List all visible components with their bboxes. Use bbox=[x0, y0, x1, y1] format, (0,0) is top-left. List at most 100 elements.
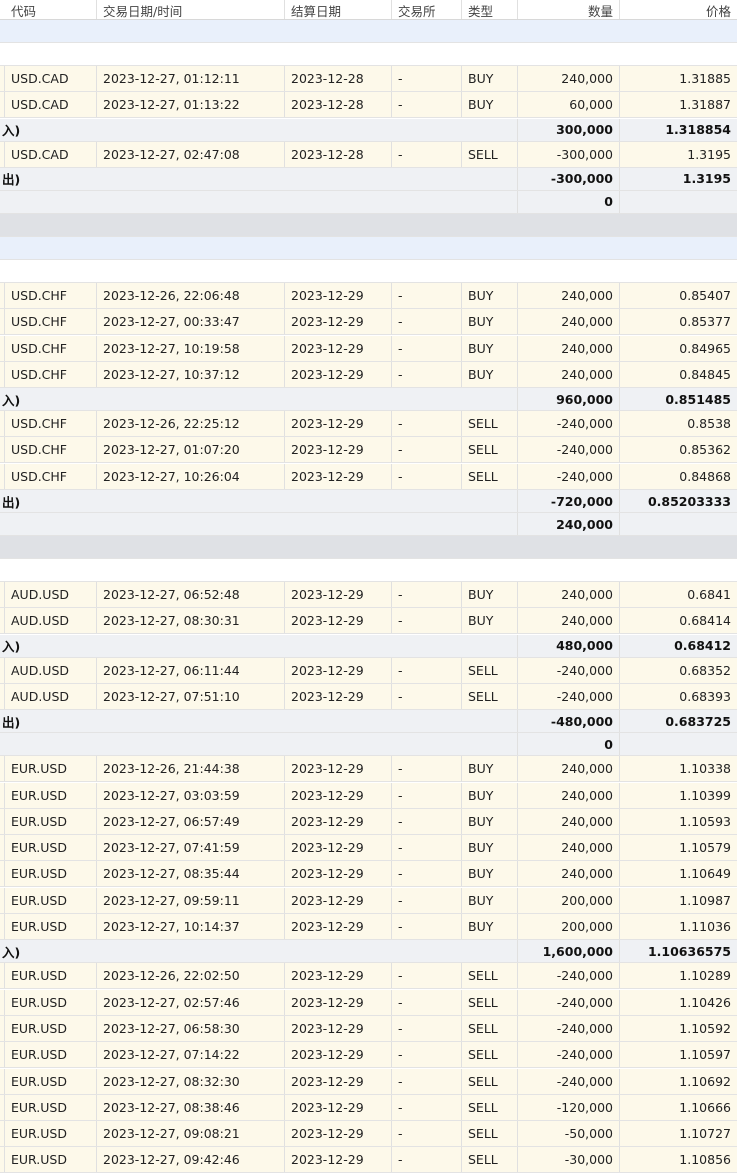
table-row[interactable]: EUR.USD 2023-12-27, 08:35:44 2023-12-29- BU… bbox=[0, 861, 737, 888]
symbol-cell: EUR.USD bbox=[5, 756, 97, 782]
datetime-cell: 2023-12-27, 02:47:08 bbox=[97, 141, 285, 167]
settle-date-cell: 2023-12-28 bbox=[285, 141, 392, 167]
header-type[interactable]: 类型 bbox=[462, 0, 518, 19]
datetime-cell: 2023-12-26, 21:44:38 bbox=[97, 756, 285, 782]
datetime-cell: 2023-12-27, 09:42:46 bbox=[97, 1147, 285, 1173]
exchange-cell: - bbox=[392, 92, 462, 118]
blank-row bbox=[0, 559, 737, 582]
table-row[interactable]: EUR.USD 2023-12-27, 06:58:30 2023-12-29- SE… bbox=[0, 1015, 737, 1042]
type-cell: BUY bbox=[462, 361, 518, 387]
table-row[interactable]: EUR.USD 2023-12-27, 08:38:46 2023-12-29- SE… bbox=[0, 1094, 737, 1121]
type-cell: SELL bbox=[462, 989, 518, 1015]
type-cell: SELL bbox=[462, 683, 518, 709]
datetime-cell: 2023-12-27, 03:03:59 bbox=[97, 782, 285, 808]
exchange-cell: - bbox=[392, 335, 462, 361]
row-lead-cell bbox=[0, 66, 5, 91]
exchange-cell: - bbox=[392, 608, 462, 634]
subtotal-row: 出) -480,000 0.683725 bbox=[0, 710, 737, 734]
header-exchange[interactable]: 交易所 bbox=[392, 0, 462, 19]
table-row[interactable]: USD.CAD 2023-12-27, 01:12:11 2023-12-28- BU… bbox=[0, 66, 737, 92]
table-row[interactable]: AUD.USD 2023-12-27, 08:30:31 2023-12-29- BU… bbox=[0, 608, 737, 635]
table-row[interactable]: EUR.USD 2023-12-27, 08:32:30 2023-12-29- SE… bbox=[0, 1068, 737, 1095]
price-cell: 0.68393 bbox=[679, 688, 731, 704]
settle-date-cell: 2023-12-29 bbox=[285, 411, 392, 437]
settle-date-cell: 2023-12-29 bbox=[285, 463, 392, 489]
row-lead-cell bbox=[0, 282, 5, 308]
table-row[interactable]: AUD.USD 2023-12-27, 06:11:44 2023-12-29- SE… bbox=[0, 657, 737, 684]
table-row[interactable]: EUR.USD 2023-12-26, 22:02:50 2023-12-29- SE… bbox=[0, 963, 737, 990]
table-row[interactable]: AUD.USD 2023-12-27, 07:51:10 2023-12-29- SE… bbox=[0, 683, 737, 710]
datetime-cell: 2023-12-27, 10:26:04 bbox=[97, 463, 285, 489]
datetime-cell: 2023-12-27, 10:14:37 bbox=[97, 914, 285, 939]
table-row[interactable]: EUR.USD 2023-12-27, 09:08:21 2023-12-29- SE… bbox=[0, 1121, 737, 1148]
table-row[interactable]: AUD.USD 2023-12-27, 06:52:48 2023-12-29- BU… bbox=[0, 582, 737, 608]
blank-row bbox=[0, 43, 737, 66]
table-row[interactable]: USD.CHF 2023-12-27, 01:07:20 2023-12-29- SE… bbox=[0, 437, 737, 464]
symbol-cell: EUR.USD bbox=[5, 1042, 97, 1068]
table-row[interactable]: USD.CHF 2023-12-27, 00:33:47 2023-12-29- BU… bbox=[0, 309, 737, 336]
header-quantity[interactable]: 数量 bbox=[518, 0, 620, 19]
settle-date-cell: 2023-12-29 bbox=[285, 887, 392, 913]
price-cell: 0.84965 bbox=[679, 340, 731, 356]
datetime-cell: 2023-12-27, 07:51:10 bbox=[97, 683, 285, 709]
row-lead-cell bbox=[0, 963, 5, 989]
table-row[interactable]: EUR.USD 2023-12-27, 09:42:46 2023-12-29- SE… bbox=[0, 1147, 737, 1173]
datetime-cell: 2023-12-27, 06:58:30 bbox=[97, 1015, 285, 1041]
settle-date-cell: 2023-12-29 bbox=[285, 861, 392, 887]
header-price[interactable]: 价格 bbox=[620, 0, 737, 19]
row-lead-cell bbox=[0, 582, 5, 607]
datetime-cell: 2023-12-27, 10:37:12 bbox=[97, 361, 285, 387]
table-row[interactable]: USD.CHF 2023-12-27, 10:26:04 2023-12-29- SE… bbox=[0, 463, 737, 490]
row-lead-cell bbox=[0, 1068, 5, 1094]
price-cell: 1.10289 bbox=[679, 968, 731, 984]
datetime-cell: 2023-12-27, 08:32:30 bbox=[97, 1068, 285, 1094]
settle-date-cell: 2023-12-29 bbox=[285, 361, 392, 387]
settle-date-cell: 2023-12-29 bbox=[285, 657, 392, 683]
subtotal-quantity: 960,000 bbox=[518, 388, 620, 411]
symbol-cell: USD.CAD bbox=[5, 141, 97, 167]
price-cell: 1.10426 bbox=[679, 994, 731, 1010]
header-settle-date[interactable]: 结算日期 bbox=[285, 0, 392, 19]
table-row[interactable]: EUR.USD 2023-12-26, 21:44:38 2023-12-29- BU… bbox=[0, 756, 737, 783]
table-row[interactable]: USD.CHF 2023-12-26, 22:25:12 2023-12-29- SE… bbox=[0, 411, 737, 438]
quantity-cell: 240,000 bbox=[518, 861, 620, 887]
net-position-row: 240,000 bbox=[0, 513, 737, 536]
table-row[interactable]: USD.CAD 2023-12-27, 02:47:08 2023-12-28- SE… bbox=[0, 141, 737, 168]
table-row[interactable]: USD.CAD 2023-12-27, 01:13:22 2023-12-28- BU… bbox=[0, 92, 737, 119]
symbol-cell: AUD.USD bbox=[5, 608, 97, 634]
section-divider bbox=[0, 536, 737, 559]
table-row[interactable]: EUR.USD 2023-12-27, 02:57:46 2023-12-29- SE… bbox=[0, 989, 737, 1016]
symbol-cell: USD.CAD bbox=[5, 66, 97, 91]
table-row[interactable]: EUR.USD 2023-12-27, 07:14:22 2023-12-29- SE… bbox=[0, 1042, 737, 1069]
symbol-cell: EUR.USD bbox=[5, 1121, 97, 1147]
table-row[interactable]: EUR.USD 2023-12-27, 10:14:37 2023-12-29- BU… bbox=[0, 914, 737, 940]
price-cell: 0.8538 bbox=[687, 416, 731, 432]
header-datetime[interactable]: 交易日期/时间 bbox=[97, 0, 285, 19]
table-row[interactable]: USD.CHF 2023-12-27, 10:37:12 2023-12-29- BU… bbox=[0, 361, 737, 388]
exchange-cell: - bbox=[392, 361, 462, 387]
header-symbol[interactable]: 代码 bbox=[5, 0, 97, 19]
row-lead-cell bbox=[0, 1147, 5, 1173]
datetime-cell: 2023-12-26, 22:02:50 bbox=[97, 963, 285, 989]
datetime-cell: 2023-12-27, 02:57:46 bbox=[97, 989, 285, 1015]
type-cell: BUY bbox=[462, 887, 518, 913]
table-row[interactable]: USD.CHF 2023-12-27, 10:19:58 2023-12-29- BU… bbox=[0, 335, 737, 362]
subtotal-label: 入) bbox=[0, 634, 518, 657]
exchange-cell: - bbox=[392, 1042, 462, 1068]
table-row[interactable]: EUR.USD 2023-12-27, 06:57:49 2023-12-29- BU… bbox=[0, 808, 737, 835]
quantity-cell: 240,000 bbox=[518, 361, 620, 387]
table-row[interactable]: USD.CHF 2023-12-26, 22:06:48 2023-12-29- BU… bbox=[0, 282, 737, 309]
row-lead-cell bbox=[0, 756, 5, 782]
type-cell: SELL bbox=[462, 1068, 518, 1094]
settle-date-cell: 2023-12-29 bbox=[285, 309, 392, 335]
table-row[interactable]: EUR.USD 2023-12-27, 09:59:11 2023-12-29- BU… bbox=[0, 887, 737, 914]
table-row[interactable]: EUR.USD 2023-12-27, 07:41:59 2023-12-29- BU… bbox=[0, 835, 737, 862]
price-cell: 1.10649 bbox=[679, 866, 731, 882]
net-position-row: 0 bbox=[0, 733, 737, 757]
settle-date-cell: 2023-12-29 bbox=[285, 756, 392, 782]
net-quantity: 240,000 bbox=[518, 513, 620, 535]
exchange-cell: - bbox=[392, 141, 462, 167]
net-position-row: 0 bbox=[0, 190, 737, 214]
table-row[interactable]: EUR.USD 2023-12-27, 03:03:59 2023-12-29- BU… bbox=[0, 782, 737, 809]
price-cell: 0.6841 bbox=[687, 587, 731, 602]
